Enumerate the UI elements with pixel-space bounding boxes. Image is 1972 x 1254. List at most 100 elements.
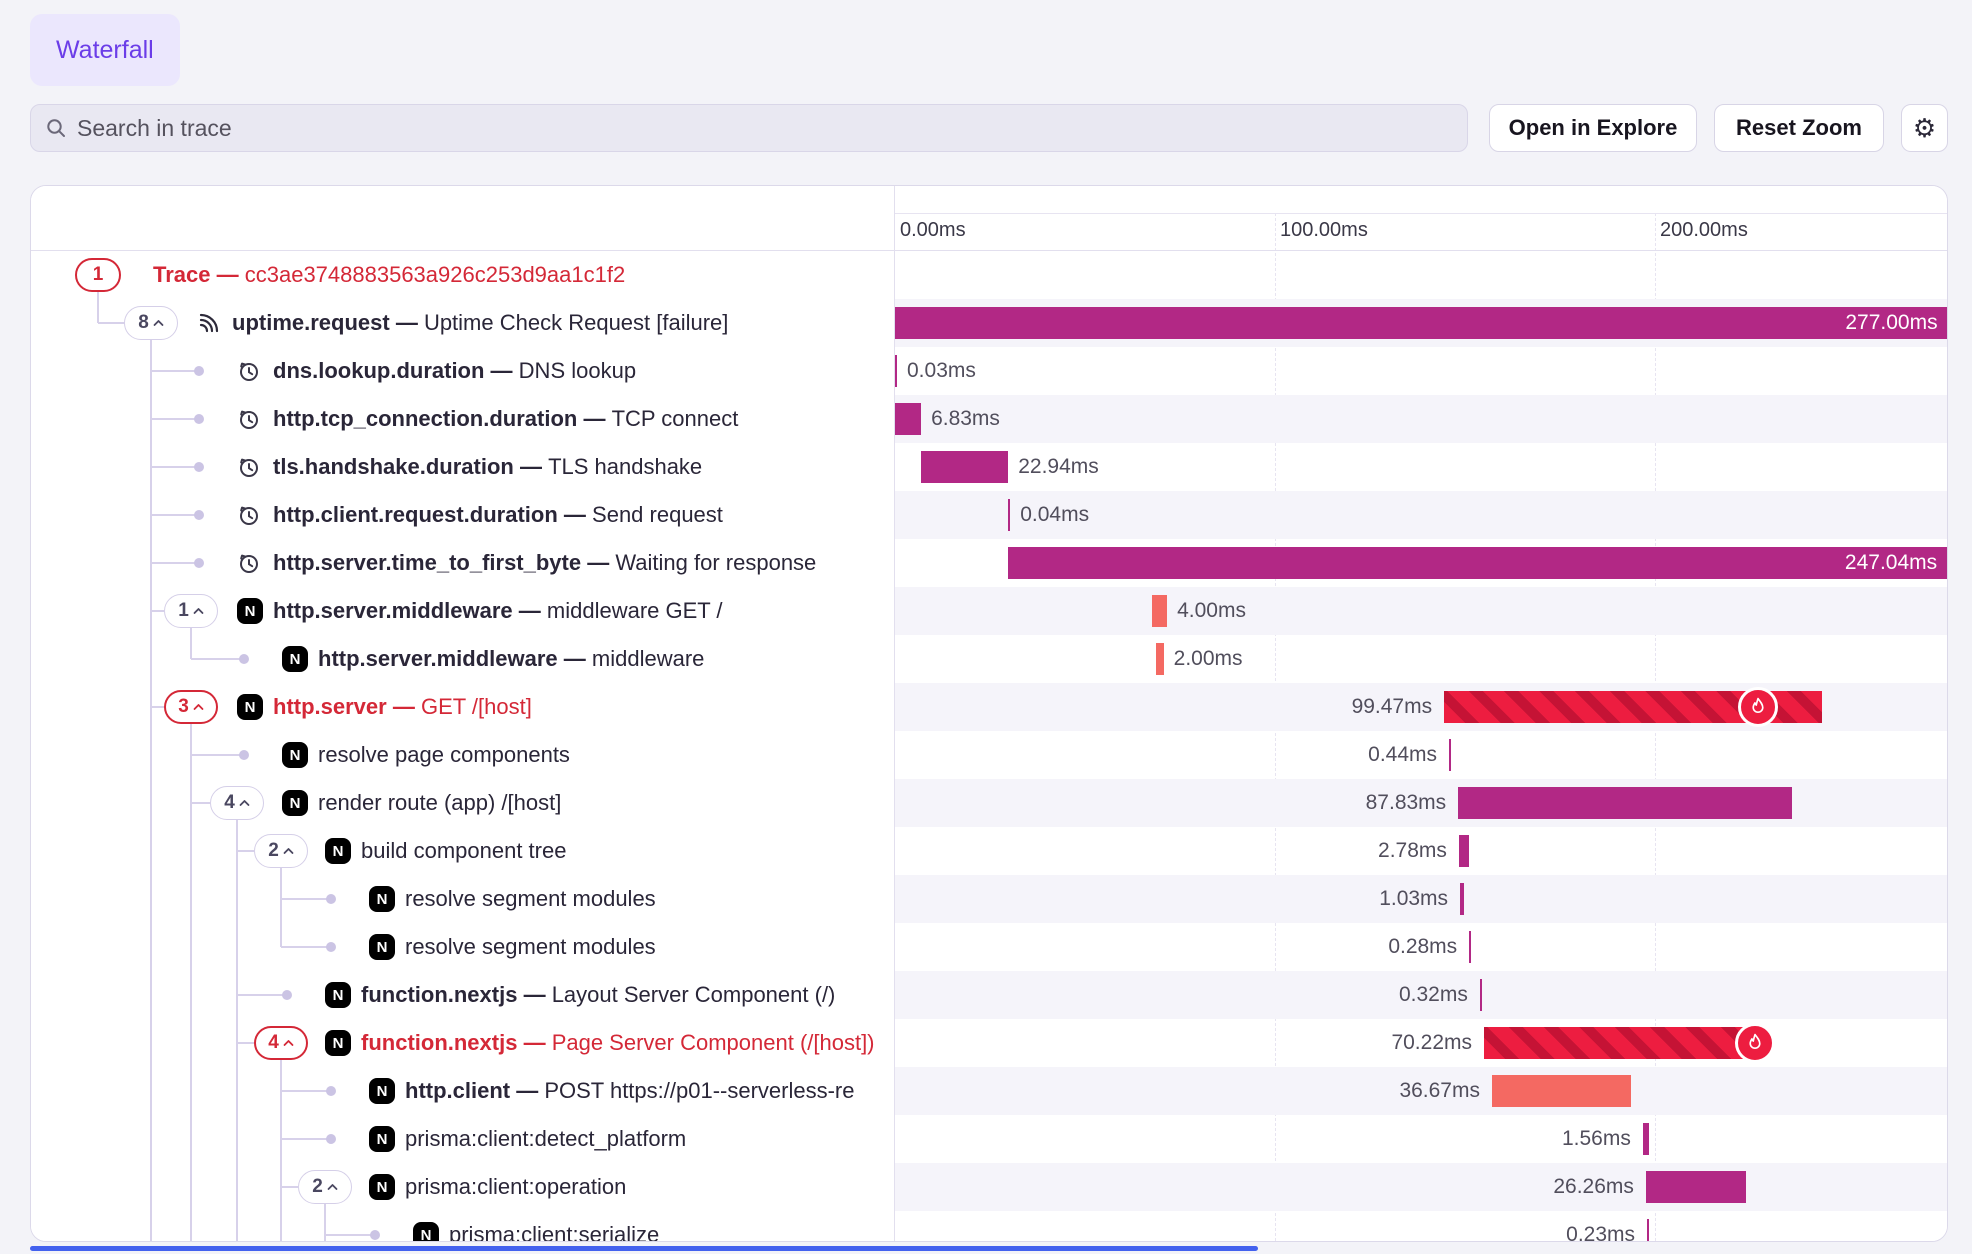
span-waterfall-row[interactable]: 1.03ms xyxy=(895,875,1947,923)
expand-collapse-badge[interactable]: 2 xyxy=(298,1170,352,1204)
span-waterfall-row[interactable]: 99.47ms xyxy=(895,683,1947,731)
span-waterfall-row[interactable]: 0.03ms xyxy=(895,347,1947,395)
span-duration-bar[interactable] xyxy=(895,403,921,435)
span-duration-bar[interactable] xyxy=(1152,595,1167,627)
span-tree-row[interactable]: 3Nhttp.server — GET /[host] xyxy=(31,683,894,731)
panel-resize-handle[interactable] xyxy=(30,1246,1258,1251)
span-duration-bar[interactable] xyxy=(1646,1171,1746,1203)
span-duration-bar[interactable] xyxy=(1647,1219,1649,1241)
span-waterfall-row[interactable]: 2.00ms xyxy=(895,635,1947,683)
span-tree-row[interactable]: Nfunction.nextjs — Layout Server Compone… xyxy=(31,971,894,1019)
span-tree-row[interactable]: Nresolve page components xyxy=(31,731,894,779)
span-waterfall-row[interactable]: 0.44ms xyxy=(895,731,1947,779)
span-waterfall-row[interactable]: 22.94ms xyxy=(895,443,1947,491)
span-tree-row[interactable]: tls.handshake.duration — TLS handshake xyxy=(31,443,894,491)
nextjs-icon: N xyxy=(413,1222,439,1241)
expand-collapse-badge[interactable]: 4 xyxy=(210,786,264,820)
span-tree-row[interactable]: dns.lookup.duration — DNS lookup xyxy=(31,347,894,395)
span-duration-bar[interactable]: 247.04ms xyxy=(1008,547,1947,579)
span-description: cc3ae3748883563a926c253d9aa1c1f2 xyxy=(245,262,625,287)
open-in-explore-button[interactable]: Open in Explore xyxy=(1489,104,1697,152)
trace-root-row[interactable]: 1Trace — cc3ae3748883563a926c253d9aa1c1f… xyxy=(31,251,894,299)
span-tree-row[interactable]: 2Nprisma:client:operation xyxy=(31,1163,894,1211)
span-description: resolve segment modules xyxy=(405,934,656,959)
span-description: prisma:client:detect_platform xyxy=(405,1126,686,1151)
span-duration-label: 1.03ms xyxy=(1379,875,1448,923)
span-tree-row[interactable]: 2Nbuild component tree xyxy=(31,827,894,875)
trace-waterfall-panel: 1Trace — cc3ae3748883563a926c253d9aa1c1f… xyxy=(30,185,1948,1242)
span-waterfall-row[interactable]: 6.83ms xyxy=(895,395,1947,443)
span-tree-row[interactable]: Nresolve segment modules xyxy=(31,875,894,923)
span-duration-bar[interactable]: 277.00ms xyxy=(895,307,1947,339)
span-tree-row[interactable]: Nprisma:client:detect_platform xyxy=(31,1115,894,1163)
span-duration-bar[interactable] xyxy=(1459,835,1470,867)
error-flame-badge[interactable] xyxy=(1735,1023,1775,1063)
span-separator: — xyxy=(514,454,548,479)
span-op: tls.handshake.duration xyxy=(273,454,514,479)
span-waterfall-row[interactable]: 4.00ms xyxy=(895,587,1947,635)
span-duration-bar[interactable] xyxy=(1469,931,1471,963)
reset-zoom-button[interactable]: Reset Zoom xyxy=(1714,104,1884,152)
chevron-up-icon xyxy=(283,847,294,855)
span-tree-row[interactable]: Nhttp.client — POST https://p01--serverl… xyxy=(31,1067,894,1115)
span-duration-bar[interactable] xyxy=(921,451,1008,483)
expand-collapse-badge[interactable]: 8 xyxy=(124,306,178,340)
search-bar[interactable] xyxy=(30,104,1468,152)
span-waterfall-row[interactable] xyxy=(895,251,1947,299)
span-duration-bar[interactable] xyxy=(1460,883,1464,915)
error-flame-badge[interactable] xyxy=(1738,687,1778,727)
duration-clock-icon xyxy=(237,503,261,527)
leaf-dot xyxy=(239,750,249,760)
duration-clock-icon xyxy=(237,455,261,479)
expand-collapse-badge[interactable]: 2 xyxy=(254,834,308,868)
span-duration-bar[interactable] xyxy=(1449,739,1451,771)
span-tree-row[interactable]: 4Nfunction.nextjs — Page Server Componen… xyxy=(31,1019,894,1067)
span-tree-row[interactable]: 8uptime.request — Uptime Check Request [… xyxy=(31,299,894,347)
span-separator: — xyxy=(510,1078,544,1103)
span-tree-row[interactable]: 1Nhttp.server.middleware — middleware GE… xyxy=(31,587,894,635)
span-waterfall-row[interactable]: 0.32ms xyxy=(895,971,1947,1019)
span-tree-row[interactable]: Nhttp.server.middleware — middleware xyxy=(31,635,894,683)
tab-waterfall[interactable]: Waterfall xyxy=(30,14,180,86)
span-waterfall-row[interactable]: 0.28ms xyxy=(895,923,1947,971)
span-duration-bar[interactable] xyxy=(1480,979,1482,1011)
settings-button[interactable]: ⚙ xyxy=(1901,104,1948,152)
span-waterfall-row[interactable]: 87.83ms xyxy=(895,779,1947,827)
span-tree-row[interactable]: http.server.time_to_first_byte — Waiting… xyxy=(31,539,894,587)
span-waterfall-row[interactable]: 277.00ms xyxy=(895,299,1947,347)
span-waterfall-row[interactable]: 1.56ms xyxy=(895,1115,1947,1163)
span-waterfall-row[interactable]: 0.04ms xyxy=(895,491,1947,539)
leaf-dot xyxy=(239,654,249,664)
span-tree-row[interactable]: http.client.request.duration — Send requ… xyxy=(31,491,894,539)
span-duration-bar[interactable] xyxy=(1492,1075,1631,1107)
search-input[interactable] xyxy=(77,115,1453,142)
span-duration-bar[interactable] xyxy=(895,355,897,387)
expand-collapse-badge[interactable]: 3 xyxy=(164,690,218,724)
span-duration-bar[interactable] xyxy=(1008,499,1010,531)
span-duration-bar[interactable] xyxy=(1156,643,1164,675)
span-waterfall-row[interactable]: 2.78ms xyxy=(895,827,1947,875)
span-tree-row[interactable]: http.tcp_connection.duration — TCP conne… xyxy=(31,395,894,443)
span-tree-row[interactable]: Nprisma:client:serialize xyxy=(31,1211,894,1241)
expand-collapse-badge[interactable]: 1 xyxy=(75,258,121,292)
span-waterfall-row[interactable]: 247.04ms xyxy=(895,539,1947,587)
child-count: 3 xyxy=(178,696,189,718)
span-duration-bar[interactable] xyxy=(1458,787,1792,819)
nextjs-icon: N xyxy=(237,694,263,720)
span-tree-row[interactable]: Nresolve segment modules xyxy=(31,923,894,971)
span-waterfall-row[interactable]: 36.67ms xyxy=(895,1067,1947,1115)
span-duration-bar[interactable] xyxy=(1643,1123,1649,1155)
waterfall-timeline[interactable]: 0.00ms100.00ms200.00ms277.00ms0.03ms6.83… xyxy=(895,186,1947,1241)
span-waterfall-row[interactable]: 70.22ms xyxy=(895,1019,1947,1067)
expand-collapse-badge[interactable]: 1 xyxy=(164,594,218,628)
span-waterfall-row[interactable]: 0.23ms xyxy=(895,1211,1947,1241)
expand-collapse-badge[interactable]: 4 xyxy=(254,1026,308,1060)
span-separator: — xyxy=(517,1030,551,1055)
nextjs-icon: N xyxy=(282,742,308,768)
span-duration-bar[interactable] xyxy=(1484,1027,1751,1059)
span-duration-bar[interactable] xyxy=(1444,691,1822,723)
child-count: 2 xyxy=(312,1176,323,1198)
span-tree-row[interactable]: 4Nrender route (app) /[host] xyxy=(31,779,894,827)
span-waterfall-row[interactable]: 26.26ms xyxy=(895,1163,1947,1211)
span-duration-label: 0.23ms xyxy=(1566,1211,1635,1241)
